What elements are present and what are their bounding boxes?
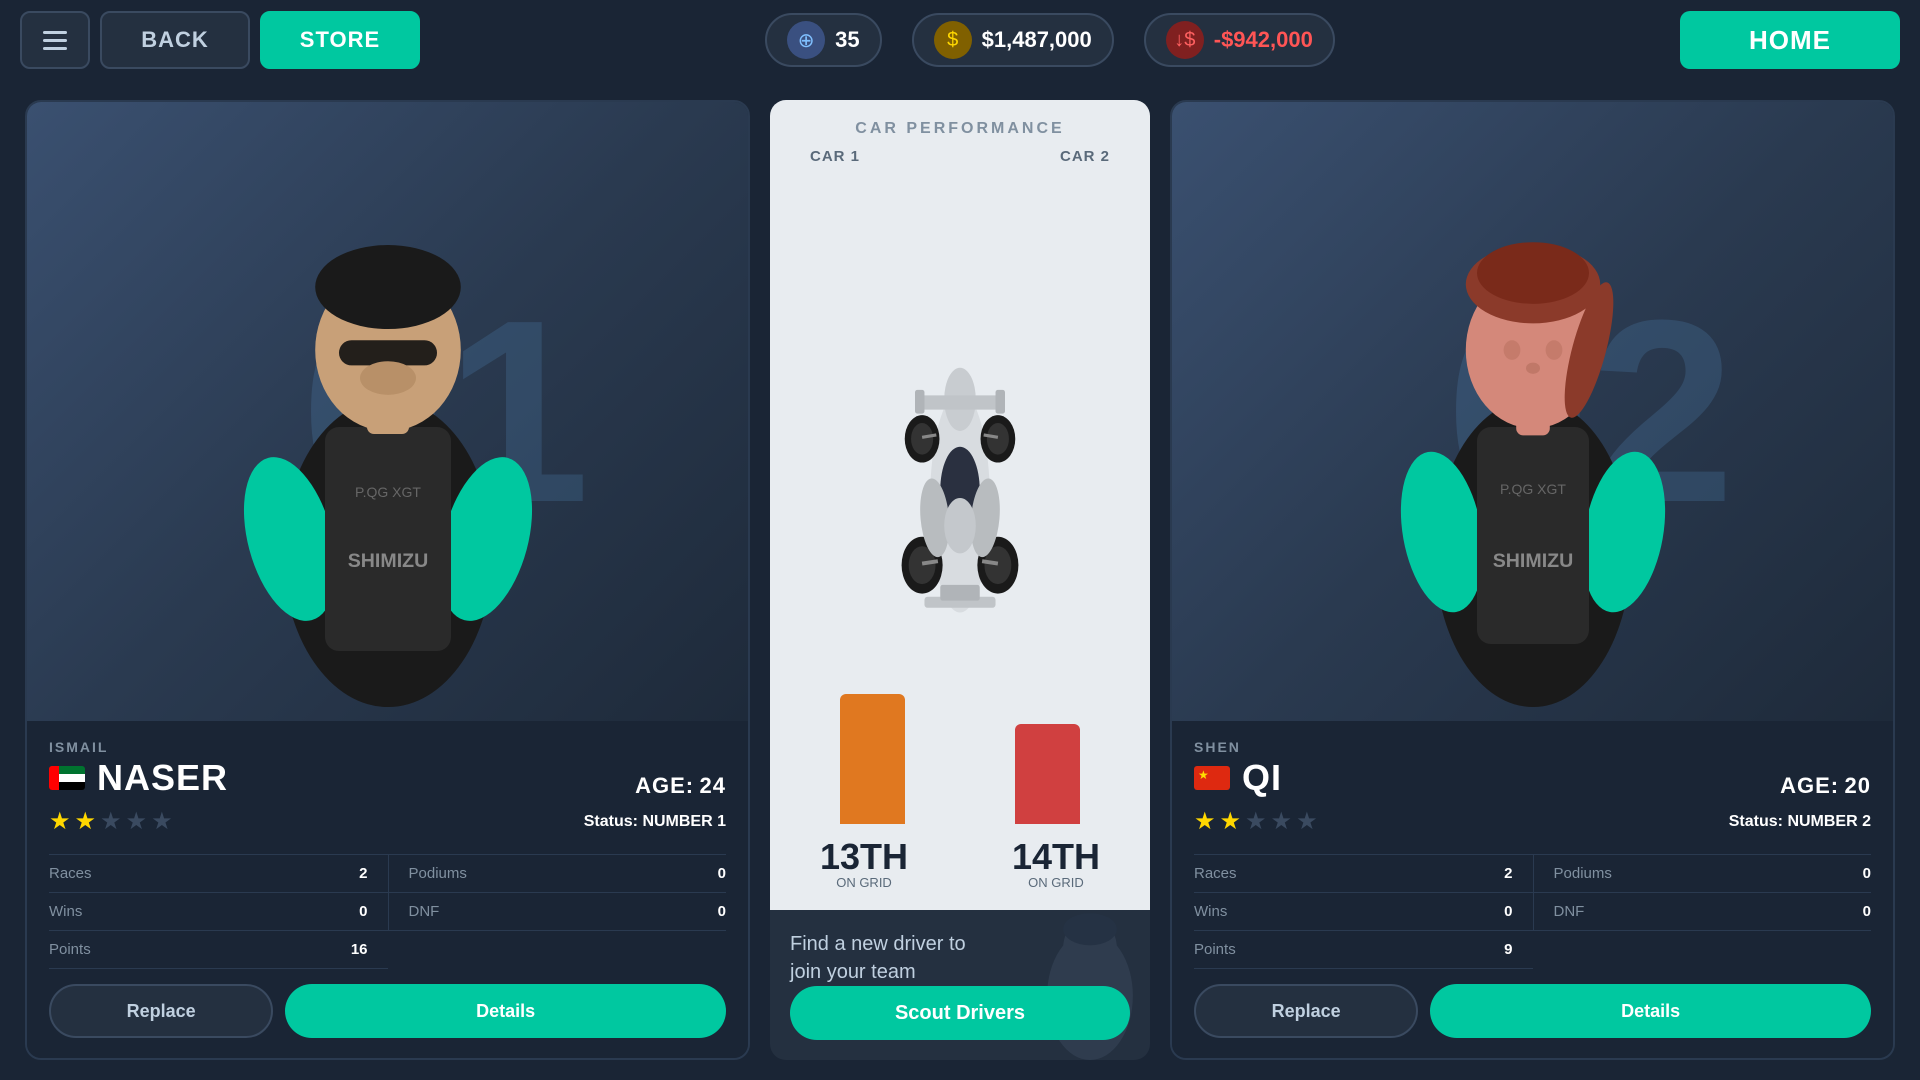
car1-label: CAR 1 — [810, 148, 860, 165]
debt-icon: ↓$ — [1166, 21, 1204, 59]
driver2-stats-grid: Races 2 Podiums 0 Wins 0 DNF 0 Points — [1194, 854, 1871, 969]
star-2: ★ — [75, 807, 97, 836]
driver2-last-name-row: QI — [1194, 757, 1282, 799]
driver2-details-button[interactable]: Details — [1430, 984, 1871, 1038]
svg-text:SHIMIZU: SHIMIZU — [347, 550, 428, 572]
scout-description: Find a new driver to join your team — [790, 930, 990, 986]
driver2-name-row: SHEN QI AGE: 20 — [1194, 739, 1871, 799]
driver2-stars: ★ ★ ★ ★ ★ — [1194, 807, 1318, 836]
driver1-last-name: NASER — [97, 757, 228, 799]
balance-value: $1,487,000 — [982, 27, 1092, 53]
scout-drivers-button[interactable]: Scout Drivers — [790, 986, 1130, 1040]
driver1-points-row: Points 16 — [49, 931, 388, 969]
driver2-status: Status: NUMBER 2 — [1729, 813, 1871, 831]
driver1-card: 01 SHIM — [25, 100, 750, 1060]
tokens-icon: ⊕ — [787, 21, 825, 59]
star-1: ★ — [1194, 807, 1216, 836]
star-5: ★ — [151, 807, 173, 836]
driver1-age: AGE: 24 — [635, 773, 726, 799]
driver1-first-name: ISMAIL — [49, 739, 228, 755]
nav-center-stats: ⊕ 35 $ $1,487,000 ↓$ -$942,000 — [430, 13, 1670, 67]
debt-value: -$942,000 — [1214, 27, 1313, 53]
driver1-image-area: 01 SHIM — [27, 102, 748, 721]
star-3: ★ — [1245, 807, 1267, 836]
car-performance-title: CAR PERFORMANCE — [855, 120, 1064, 138]
star-5: ★ — [1296, 807, 1318, 836]
driver2-age: AGE: 20 — [1780, 773, 1871, 799]
driver1-buttons: Replace Details — [49, 969, 726, 1043]
driver1-races-row: Races 2 — [49, 855, 388, 893]
balance-display: $ $1,487,000 — [912, 13, 1114, 67]
scout-card: Find a new driver to join your team Scou… — [770, 910, 1150, 1060]
store-button[interactable]: STORE — [260, 11, 420, 69]
driver2-info: SHEN QI AGE: 20 ★ ★ ★ ★ ★ — [1172, 721, 1893, 1058]
driver1-wins-row: Wins 0 — [49, 893, 388, 931]
star-4: ★ — [1271, 807, 1293, 836]
driver2-races-row: Races 2 — [1194, 855, 1533, 893]
svg-text:P.QG XGT: P.QG XGT — [355, 484, 421, 500]
home-button[interactable]: HOME — [1680, 11, 1900, 69]
driver2-wins-row: Wins 0 — [1194, 893, 1533, 931]
car2-grid-pos: 14TH On Grid — [1012, 839, 1100, 890]
svg-text:SHIMIZU: SHIMIZU — [1492, 550, 1573, 572]
car-visual-area — [790, 170, 1130, 834]
driver1-last-name-row: NASER — [49, 757, 228, 799]
driver2-replace-button[interactable]: Replace — [1194, 984, 1418, 1038]
main-content: 01 SHIM — [0, 80, 1920, 1080]
driver1-details-button[interactable]: Details — [285, 984, 726, 1038]
driver2-dnf-row: DNF 0 — [1533, 893, 1872, 931]
svg-text:P.QG XGT: P.QG XGT — [1500, 481, 1566, 497]
driver2-card: 02 — [1170, 100, 1895, 1060]
car-performance-card: CAR PERFORMANCE CAR 1 CAR 2 — [770, 100, 1150, 910]
driver1-podiums-row: Podiums 0 — [388, 855, 727, 893]
money-icon: $ — [934, 21, 972, 59]
driver2-name-block: SHEN QI — [1194, 739, 1282, 799]
grid-positions: 13TH On Grid 14TH On Grid — [790, 834, 1130, 890]
car1-grid-pos: 13TH On Grid — [820, 839, 908, 890]
driver2-stars-status: ★ ★ ★ ★ ★ Status: NUMBER 2 — [1194, 807, 1871, 836]
driver1-info: ISMAIL NASER AGE: 24 ★ ★ ★ ★ ★ — [27, 721, 748, 1058]
driver2-last-name: QI — [1242, 757, 1282, 799]
star-1: ★ — [49, 807, 71, 836]
driver2-points-row: Points 9 — [1194, 931, 1533, 969]
driver1-stars-status: ★ ★ ★ ★ ★ Status: NUMBER 1 — [49, 807, 726, 836]
center-panel: CAR PERFORMANCE CAR 1 CAR 2 — [770, 100, 1150, 1060]
car1-on-grid: On Grid — [820, 875, 908, 890]
driver2-figure: SHIMIZU P.QG XGT — [1244, 133, 1821, 721]
performance-bars — [790, 644, 1130, 824]
tokens-display: ⊕ 35 — [765, 13, 881, 67]
car-labels: CAR 1 CAR 2 — [790, 148, 1130, 165]
car2-position: 14TH — [1012, 839, 1100, 875]
driver2-podiums-row: Podiums 0 — [1533, 855, 1872, 893]
driver1-name-row: ISMAIL NASER AGE: 24 — [49, 739, 726, 799]
driver1-status: Status: NUMBER 1 — [584, 813, 726, 831]
tokens-value: 35 — [835, 27, 859, 53]
driver2-buttons: Replace Details — [1194, 969, 1871, 1043]
driver1-stats-grid: Races 2 Podiums 0 Wins 0 DNF 0 Points — [49, 854, 726, 969]
driver1-stars: ★ ★ ★ ★ ★ — [49, 807, 173, 836]
car2-on-grid: On Grid — [1012, 875, 1100, 890]
driver2-image-area: 02 — [1172, 102, 1893, 721]
driver1-replace-button[interactable]: Replace — [49, 984, 273, 1038]
top-navigation: BACK STORE ⊕ 35 $ $1,487,000 ↓$ -$942,00… — [0, 0, 1920, 80]
car1-perf-bar — [840, 694, 905, 824]
star-4: ★ — [126, 807, 148, 836]
car1-position: 13TH — [820, 839, 908, 875]
driver1-name-block: ISMAIL NASER — [49, 739, 228, 799]
back-button[interactable]: BACK — [100, 11, 250, 69]
driver1-dnf-row: DNF 0 — [388, 893, 727, 931]
car2-label: CAR 2 — [1060, 148, 1110, 165]
hamburger-icon — [43, 31, 67, 50]
driver1-figure: SHIMIZU P.QG XGT — [99, 133, 676, 721]
f1-car-svg — [880, 352, 1040, 652]
driver1-flag — [49, 766, 85, 790]
star-2: ★ — [1220, 807, 1242, 836]
driver2-flag — [1194, 766, 1230, 790]
menu-button[interactable] — [20, 11, 90, 69]
debt-display: ↓$ -$942,000 — [1144, 13, 1335, 67]
driver2-first-name: SHEN — [1194, 739, 1282, 755]
star-3: ★ — [100, 807, 122, 836]
car2-perf-bar — [1015, 724, 1080, 824]
